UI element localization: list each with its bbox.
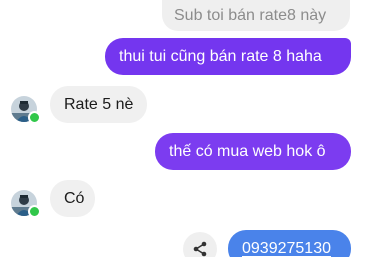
message-text: Có [64, 190, 85, 207]
quoted-reply-message[interactable]: Sub toi bán rate8 này [162, 0, 350, 31]
online-status-dot [28, 205, 41, 218]
incoming-message[interactable]: Rate 5 nè [50, 86, 147, 123]
online-status-dot [28, 111, 41, 124]
outgoing-message[interactable]: thui tui cũng bán rate 8 haha [105, 38, 351, 75]
message-text: Rate 5 nè [64, 96, 134, 113]
share-button[interactable] [183, 232, 217, 257]
phone-number-link[interactable]: 0939275130 [242, 240, 331, 257]
chat-thread: Sub toi bán rate8 này thui tui cũng bán … [0, 0, 374, 257]
incoming-message[interactable]: Có [50, 180, 95, 217]
message-text: thui tui cũng bán rate 8 haha [119, 48, 322, 65]
quoted-reply-text: Sub toi bán rate8 này [174, 7, 327, 24]
share-icon [193, 241, 207, 257]
message-text: thế có mua web hok ô [169, 143, 326, 160]
outgoing-message[interactable]: thế có mua web hok ô [155, 133, 351, 170]
phone-number-message[interactable]: 0939275130 [228, 230, 351, 257]
